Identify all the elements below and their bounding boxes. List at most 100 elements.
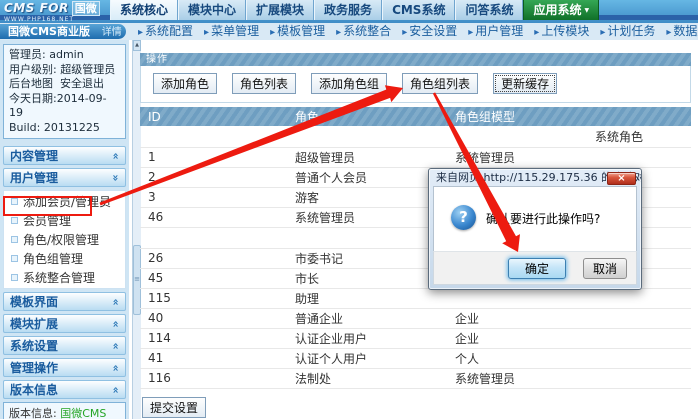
sidebar-section-template-ui[interactable]: 模板界面 «: [3, 292, 126, 311]
build-number: 20131225: [44, 121, 100, 134]
cancel-button[interactable]: 取消: [583, 258, 627, 279]
logo-url-text: WWW.PHP168.NET: [4, 16, 110, 23]
sidebar: 管理员: admin 用户级别: 超级管理员 后台地图 安全退出 今天日期:20…: [0, 40, 129, 419]
group-header-row: 系统角色: [140, 126, 691, 147]
close-icon[interactable]: ×: [607, 172, 636, 185]
chevron-up-icon: «: [110, 320, 120, 327]
sidebar-section-version-info[interactable]: 版本信息 «: [3, 380, 126, 399]
chevron-up-icon: «: [110, 298, 120, 305]
breadcrumb-item-upload-modules[interactable]: ▸上传模块: [534, 23, 589, 40]
sidebar-item-add-member-admin[interactable]: 添加会员/管理员: [4, 192, 125, 211]
tab-system-core[interactable]: 系统核心: [110, 0, 178, 20]
operations-panel: 操作 添加角色 角色列表 添加角色组 角色组列表 更新缓存: [140, 53, 691, 103]
sidebar-item-system-integration-mgmt[interactable]: 系统整合管理: [4, 268, 125, 287]
update-cache-button[interactable]: 更新缓存: [493, 73, 557, 94]
breadcrumb-item-template-mgmt[interactable]: ▸模板管理: [270, 23, 325, 40]
table-row: 115助理: [140, 288, 691, 308]
sidebar-section-user-mgmt[interactable]: 用户管理 «: [3, 168, 126, 187]
table-row: 40普通企业企业: [140, 308, 691, 328]
breadcrumb-item-system-integration[interactable]: ▸系统整合: [336, 23, 391, 40]
sidebar-section-manage-ops[interactable]: 管理操作 «: [3, 358, 126, 377]
add-role-button[interactable]: 添加角色: [153, 73, 217, 94]
breadcrumb-arrow-icon: ▸: [270, 27, 275, 38]
admin-line: 管理员: admin: [9, 48, 120, 63]
sidebar-item-role-permission-mgmt[interactable]: 角色/权限管理: [4, 230, 125, 249]
square-bullet-icon: [11, 198, 18, 205]
square-bullet-icon: [11, 274, 18, 281]
breadcrumb-arrow-icon: ▸: [534, 27, 539, 38]
chevron-up-icon: «: [110, 342, 120, 349]
sidebar-section-module-extension[interactable]: 模块扩展 «: [3, 314, 126, 333]
chevron-up-icon: «: [110, 386, 120, 393]
breadcrumb-item-security[interactable]: ▸安全设置: [402, 23, 457, 40]
operations-panel-title: 操作: [140, 53, 691, 66]
table-row: 41认证个人用户个人: [140, 348, 691, 368]
table-row: 1超级管理员系统管理员: [140, 147, 691, 167]
table-row: 116法制处系统管理员: [140, 368, 691, 388]
breadcrumb-item-menu-mgmt[interactable]: ▸菜单管理: [204, 23, 259, 40]
breadcrumb-arrow-icon: ▸: [336, 27, 341, 38]
role-list-button[interactable]: 角色列表: [232, 73, 296, 94]
tab-qa-system[interactable]: 问答系统: [455, 0, 523, 20]
tab-application-system[interactable]: 应用系统▼: [523, 0, 599, 20]
breadcrumb-item-database[interactable]: ▸数据库: [666, 23, 698, 40]
sitemap-link[interactable]: 后台地图: [9, 77, 53, 90]
breadcrumb-arrow-icon: ▸: [138, 27, 143, 38]
build-line: Build: 20131225: [9, 121, 120, 136]
table-header-row: ID 角色 角色组模型: [140, 107, 691, 126]
tab-gov-services[interactable]: 政务服务: [314, 0, 382, 20]
top-bar: CMS FOR国微 WWW.PHP168.NET 系统核心 模块中心 扩展模块 …: [0, 0, 698, 23]
breadcrumb-arrow-icon: ▸: [666, 27, 671, 38]
role-group-list-button[interactable]: 角色组列表: [402, 73, 478, 94]
submit-settings-button[interactable]: 提交设置: [142, 397, 206, 418]
user-level: 超级管理员: [60, 63, 115, 76]
logout-link[interactable]: 安全退出: [60, 77, 104, 90]
chevron-up-icon: «: [110, 152, 120, 159]
tab-cms-system[interactable]: CMS系统: [382, 0, 455, 20]
ok-button[interactable]: 确定: [508, 258, 566, 279]
breadcrumb-item-system-config[interactable]: ▸系统配置: [138, 23, 193, 40]
column-header-role-group-model: 角色组模型: [447, 107, 691, 126]
group-label-system-roles: 系统角色: [595, 130, 643, 144]
chevron-up-icon: «: [110, 364, 120, 371]
breadcrumb-item-scheduled-tasks[interactable]: ▸计划任务: [600, 23, 655, 40]
dialog-footer: 确定 取消: [433, 251, 637, 285]
square-bullet-icon: [11, 255, 18, 262]
chevron-down-icon: ▼: [585, 7, 590, 14]
column-header-role: 角色: [287, 107, 447, 126]
square-bullet-icon: [11, 236, 18, 243]
level-line: 用户级别: 超级管理员: [9, 63, 120, 78]
version-value: 国微CMS: [60, 407, 106, 419]
breadcrumb-arrow-icon: ▸: [468, 27, 473, 38]
version-info-box: 版本信息: 国微CMS 升级专区: 进入升级>> 商业专区: 售后服务>> 产品…: [3, 402, 126, 419]
breadcrumb-item-user-mgmt[interactable]: ▸用户管理: [468, 23, 523, 40]
edition-badge: 国微CMS商业版 详情>>: [0, 24, 126, 39]
version-line: 版本信息: 国微CMS: [9, 407, 120, 419]
user-mgmt-submenu: 添加会员/管理员 会员管理 角色/权限管理 角色组管理 系统整合管理: [3, 190, 126, 289]
breadcrumb-arrow-icon: ▸: [204, 27, 209, 38]
square-bullet-icon: [11, 217, 18, 224]
dialog-message: 确认要进行此操作吗?: [486, 205, 600, 251]
scrollbar-up-arrow[interactable]: ▲: [133, 40, 141, 51]
confirm-dialog: 来自网页 http://115.29.175.36 的确认对话框 × ? 确认要…: [428, 168, 642, 290]
logo-text: CMS FOR: [4, 1, 69, 15]
question-icon: ?: [451, 205, 476, 230]
top-nav: 系统核心 模块中心 扩展模块 政务服务 CMS系统 问答系统 应用系统▼: [110, 0, 599, 20]
table-row: 114认证企业用户企业: [140, 328, 691, 348]
admin-username: admin: [49, 48, 83, 61]
sidebar-item-role-group-mgmt[interactable]: 角色组管理: [4, 249, 125, 268]
sidebar-section-content-mgmt[interactable]: 内容管理 «: [3, 146, 126, 165]
add-role-group-button[interactable]: 添加角色组: [311, 73, 387, 94]
tab-extension-modules[interactable]: 扩展模块: [246, 0, 314, 20]
sidebar-item-member-mgmt[interactable]: 会员管理: [4, 211, 125, 230]
links-line: 后台地图 安全退出: [9, 77, 120, 92]
tab-module-center[interactable]: 模块中心: [178, 0, 246, 20]
chevron-down-icon: «: [110, 174, 120, 181]
dialog-body: ? 确认要进行此操作吗?: [433, 186, 637, 251]
submit-row: 提交设置: [142, 397, 691, 418]
edition-label: 国微CMS商业版: [8, 25, 90, 38]
sidebar-section-system-settings[interactable]: 系统设置 «: [3, 336, 126, 355]
logo-cn-text: 国微: [72, 1, 100, 16]
breadcrumb-arrow-icon: ▸: [402, 27, 407, 38]
app-logo: CMS FOR国微 WWW.PHP168.NET: [4, 0, 110, 22]
